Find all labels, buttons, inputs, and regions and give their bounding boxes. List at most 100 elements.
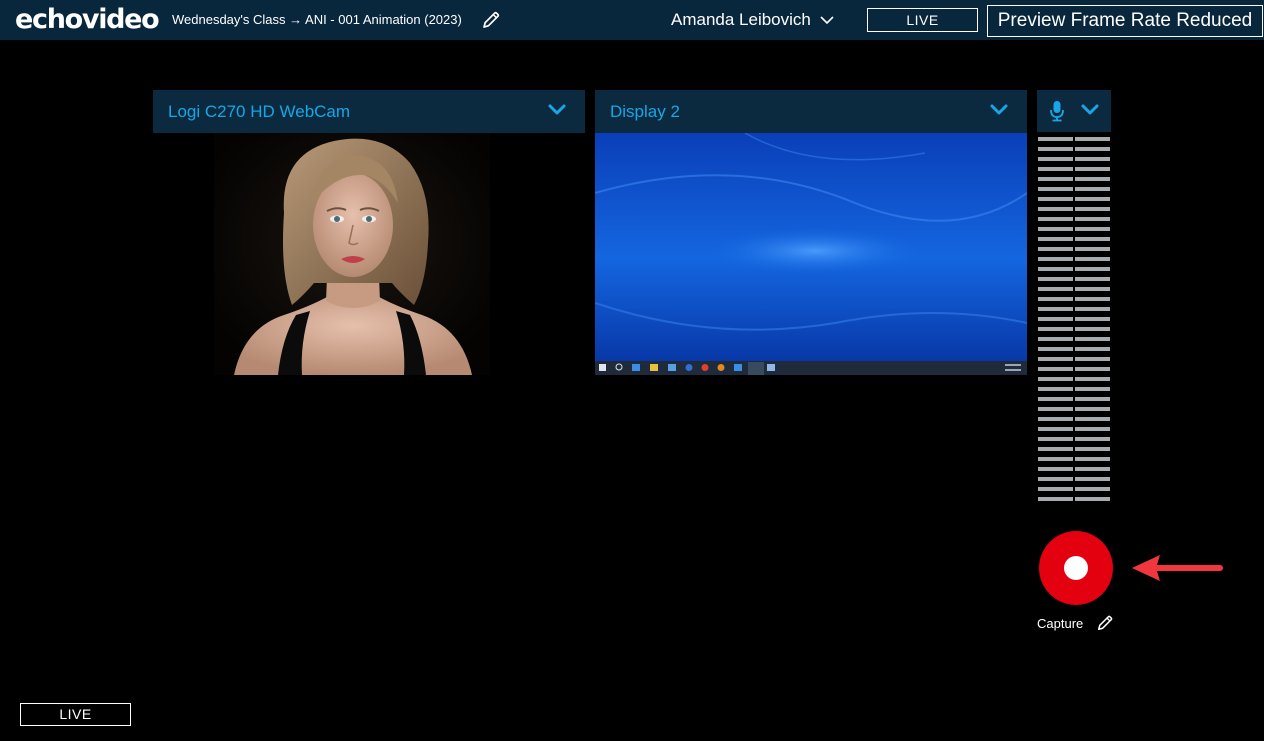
meter-segment	[1038, 337, 1073, 341]
meter-segment	[1038, 387, 1073, 391]
meter-segment	[1075, 187, 1110, 191]
meter-segment	[1075, 377, 1110, 381]
meter-segment	[1075, 347, 1110, 351]
meter-segment	[1075, 167, 1110, 171]
meter-segment	[1075, 267, 1110, 271]
meter-segment	[1075, 337, 1110, 341]
audio-meter-left	[1038, 137, 1073, 503]
meter-segment	[1075, 487, 1110, 491]
meter-segment	[1075, 297, 1110, 301]
meter-segment	[1038, 237, 1073, 241]
meter-segment	[1075, 147, 1110, 151]
meter-segment	[1075, 177, 1110, 181]
meter-segment	[1038, 397, 1073, 401]
meter-segment	[1038, 477, 1073, 481]
meter-segment	[1075, 317, 1110, 321]
echovideo-logo: echovideo	[15, 4, 160, 35]
meter-segment	[1038, 167, 1073, 171]
meter-segment	[1075, 137, 1110, 141]
meter-segment	[1038, 297, 1073, 301]
meter-segment	[1075, 477, 1110, 481]
meter-segment	[1038, 427, 1073, 431]
meter-segment	[1038, 147, 1073, 151]
meter-segment	[1075, 307, 1110, 311]
meter-segment	[1038, 357, 1073, 361]
camera-source-label: Logi C270 HD WebCam	[168, 102, 351, 121]
record-dot-icon	[1064, 556, 1088, 580]
audio-meter-right	[1075, 137, 1110, 503]
edit-title-pencil-icon[interactable]	[481, 10, 501, 30]
meter-segment	[1075, 247, 1110, 251]
meter-segment	[1038, 367, 1073, 371]
meter-segment	[1038, 457, 1073, 461]
meter-segment	[1038, 137, 1073, 141]
meter-segment	[1038, 347, 1073, 351]
meter-segment	[1038, 247, 1073, 251]
display-source-label: Display 2	[610, 102, 680, 121]
meter-segment	[1038, 197, 1073, 201]
meter-segment	[1038, 447, 1073, 451]
meter-segment	[1038, 217, 1073, 221]
meter-segment	[1038, 417, 1073, 421]
meter-segment	[1038, 177, 1073, 181]
meter-segment	[1038, 207, 1073, 211]
meter-segment	[1075, 467, 1110, 471]
meter-segment	[1075, 387, 1110, 391]
audio-source-selector[interactable]	[1037, 90, 1111, 132]
presenter-image	[214, 133, 490, 375]
meter-segment	[1075, 357, 1110, 361]
chevron-down-icon	[820, 16, 834, 25]
meter-segment	[1075, 287, 1110, 291]
meter-segment	[1075, 217, 1110, 221]
user-name: Amanda Leibovich	[671, 10, 811, 29]
meter-segment	[1038, 487, 1073, 491]
meter-segment	[1075, 417, 1110, 421]
user-menu[interactable]: Amanda Leibovich	[671, 9, 835, 31]
meter-segment	[1038, 467, 1073, 471]
meter-segment	[1075, 397, 1110, 401]
meter-segment	[1075, 407, 1110, 411]
camera-source-selector[interactable]: Logi C270 HD WebCam	[153, 90, 585, 133]
webcam-preview	[214, 133, 490, 375]
desktop-image	[595, 133, 1027, 375]
meter-segment	[1038, 267, 1073, 271]
meter-segment	[1038, 157, 1073, 161]
frame-rate-notice: Preview Frame Rate Reduced	[987, 5, 1263, 37]
meter-segment	[1075, 367, 1110, 371]
meter-segment	[1075, 427, 1110, 431]
meter-segment	[1038, 307, 1073, 311]
meter-segment	[1075, 197, 1110, 201]
meter-segment	[1075, 257, 1110, 261]
meter-segment	[1075, 437, 1110, 441]
meter-segment	[1038, 277, 1073, 281]
meter-segment	[1075, 157, 1110, 161]
meter-segment	[1038, 317, 1073, 321]
top-bar: echovideo Wednesday's Class → ANI - 001 …	[0, 0, 1264, 40]
meter-segment	[1075, 227, 1110, 231]
meter-segment	[1038, 497, 1073, 501]
microphone-icon	[1050, 101, 1064, 122]
capture-record-button[interactable]	[1039, 531, 1113, 605]
pointer-arrow-icon	[1132, 555, 1223, 581]
meter-segment	[1075, 277, 1110, 281]
meter-segment	[1075, 237, 1110, 241]
meter-segment	[1038, 227, 1073, 231]
meter-segment	[1075, 497, 1110, 501]
meter-segment	[1038, 327, 1073, 331]
meter-segment	[1038, 437, 1073, 441]
pencil-icon[interactable]	[1096, 614, 1114, 632]
display-preview	[595, 133, 1027, 375]
meter-segment	[1038, 377, 1073, 381]
breadcrumb: Wednesday's Class → ANI - 001 Animation …	[172, 12, 462, 27]
chevron-down-icon	[548, 104, 566, 115]
chevron-down-icon	[1081, 104, 1099, 115]
meter-segment	[1075, 457, 1110, 461]
meter-segment	[1075, 207, 1110, 211]
capture-label: Capture	[1037, 616, 1084, 631]
meter-segment	[1038, 287, 1073, 291]
meter-segment	[1038, 257, 1073, 261]
display-source-selector[interactable]: Display 2	[595, 90, 1027, 133]
meter-segment	[1038, 187, 1073, 191]
meter-segment	[1038, 407, 1073, 411]
meter-segment	[1075, 447, 1110, 451]
